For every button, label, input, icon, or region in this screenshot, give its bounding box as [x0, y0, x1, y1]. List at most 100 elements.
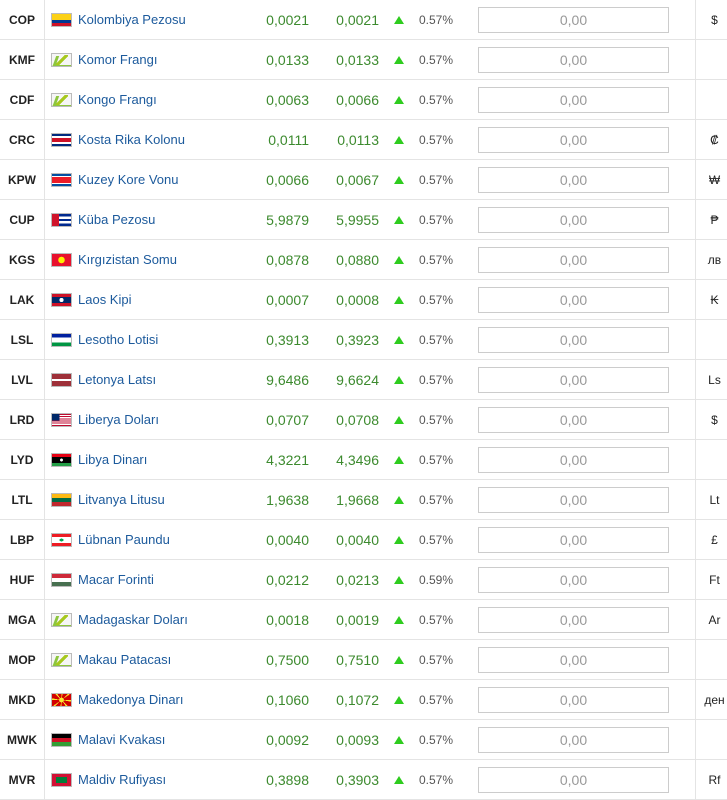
- currency-name-link[interactable]: Maldiv Rufiyası: [78, 773, 166, 788]
- amount-input[interactable]: [478, 7, 669, 33]
- currency-code: CDF: [0, 80, 45, 120]
- up-arrow-icon: [394, 456, 404, 464]
- hungary-flag-icon: [51, 573, 72, 587]
- up-arrow-icon: [394, 96, 404, 104]
- amount-input[interactable]: [478, 367, 669, 393]
- amount-input[interactable]: [478, 407, 669, 433]
- change-cell: [379, 320, 419, 360]
- currency-name-link[interactable]: Kuzey Kore Vonu: [78, 173, 178, 188]
- amount-input[interactable]: [478, 287, 669, 313]
- amount-cell: [475, 560, 696, 600]
- currency-name-link[interactable]: Laos Kipi: [78, 293, 131, 308]
- buy-price: 5,9879: [241, 200, 309, 240]
- generic-currency-icon: [51, 53, 72, 67]
- change-cell: [379, 520, 419, 560]
- amount-cell: [475, 480, 696, 520]
- malawi-flag-icon: [51, 733, 72, 747]
- change-cell: [379, 280, 419, 320]
- currency-name-link[interactable]: Macar Forinti: [78, 573, 154, 588]
- change-percent: 0.57%: [419, 320, 475, 360]
- currency-symbol: $: [696, 0, 727, 40]
- amount-input[interactable]: [478, 327, 669, 353]
- currency-code: LVL: [0, 360, 45, 400]
- amount-input[interactable]: [478, 567, 669, 593]
- currency-name-link[interactable]: Küba Pezosu: [78, 213, 155, 228]
- currency-code: MKD: [0, 680, 45, 720]
- amount-cell: [475, 160, 696, 200]
- currency-name-cell: Maldiv Rufiyası: [45, 760, 242, 800]
- currency-name-link[interactable]: Lesotho Lotisi: [78, 333, 158, 348]
- amount-input[interactable]: [478, 167, 669, 193]
- change-cell: [379, 720, 419, 760]
- change-cell: [379, 440, 419, 480]
- table-row: MKD Makedonya Dinarı 0,1060 0,1072 0.57%…: [0, 680, 727, 720]
- currency-name-link[interactable]: Makau Patacası: [78, 653, 171, 668]
- currency-name-cell: Kırgızistan Somu: [45, 240, 242, 280]
- table-row: LRD Liberya Doları 0,0707 0,0708 0.57% $: [0, 400, 727, 440]
- currency-name-cell: Madagaskar Doları: [45, 600, 242, 640]
- currency-name-link[interactable]: Libya Dinarı: [78, 453, 147, 468]
- currency-name-cell: Litvanya Litusu: [45, 480, 242, 520]
- amount-input[interactable]: [478, 687, 669, 713]
- sell-price: 0,0708: [309, 400, 379, 440]
- currency-name-cell: Letonya Latsı: [45, 360, 242, 400]
- currency-code: CRC: [0, 120, 45, 160]
- currency-name-cell: Macar Forinti: [45, 560, 242, 600]
- change-percent: 0.57%: [419, 360, 475, 400]
- table-row: KGS Kırgızistan Somu 0,0878 0,0880 0.57%…: [0, 240, 727, 280]
- currency-name-link[interactable]: Kırgızistan Somu: [78, 253, 177, 268]
- currency-name-cell: Kuzey Kore Vonu: [45, 160, 242, 200]
- amount-input[interactable]: [478, 87, 669, 113]
- up-arrow-icon: [394, 416, 404, 424]
- amount-cell: [475, 640, 696, 680]
- currency-symbol: лв: [696, 240, 727, 280]
- currency-name-cell: Kosta Rika Kolonu: [45, 120, 242, 160]
- currency-name-link[interactable]: Kosta Rika Kolonu: [78, 133, 185, 148]
- currency-name-link[interactable]: Litvanya Litusu: [78, 493, 165, 508]
- currency-name-link[interactable]: Letonya Latsı: [78, 373, 156, 388]
- sell-price: 0,3903: [309, 760, 379, 800]
- change-percent: 0.57%: [419, 760, 475, 800]
- amount-input[interactable]: [478, 607, 669, 633]
- amount-input[interactable]: [478, 127, 669, 153]
- amount-input[interactable]: [478, 487, 669, 513]
- currency-table: COP Kolombiya Pezosu 0,0021 0,0021 0.57%…: [0, 0, 727, 800]
- currency-name-link[interactable]: Madagaskar Doları: [78, 613, 188, 628]
- currency-name-cell: Kolombiya Pezosu: [45, 0, 242, 40]
- change-percent: 0.57%: [419, 600, 475, 640]
- currency-code: MOP: [0, 640, 45, 680]
- currency-name-link[interactable]: Lübnan Paundu: [78, 533, 170, 548]
- change-percent: 0.57%: [419, 160, 475, 200]
- amount-input[interactable]: [478, 247, 669, 273]
- amount-input[interactable]: [478, 447, 669, 473]
- buy-price: 0,0040: [241, 520, 309, 560]
- currency-name-link[interactable]: Makedonya Dinarı: [78, 693, 184, 708]
- currency-name-link[interactable]: Komor Frangı: [78, 53, 157, 68]
- change-cell: [379, 240, 419, 280]
- amount-input[interactable]: [478, 647, 669, 673]
- amount-input[interactable]: [478, 727, 669, 753]
- currency-symbol: Ar: [696, 600, 727, 640]
- currency-name-link[interactable]: Liberya Doları: [78, 413, 159, 428]
- amount-input[interactable]: [478, 207, 669, 233]
- amount-input[interactable]: [478, 47, 669, 73]
- amount-input[interactable]: [478, 767, 669, 793]
- currency-code: KGS: [0, 240, 45, 280]
- change-percent: 0.57%: [419, 200, 475, 240]
- currency-name-link[interactable]: Malavi Kvakası: [78, 733, 165, 748]
- up-arrow-icon: [394, 656, 404, 664]
- amount-input[interactable]: [478, 527, 669, 553]
- currency-code: LYD: [0, 440, 45, 480]
- sell-price: 5,9955: [309, 200, 379, 240]
- sell-price: 0,0880: [309, 240, 379, 280]
- currency-name-cell: Makau Patacası: [45, 640, 242, 680]
- up-arrow-icon: [394, 136, 404, 144]
- currency-name-link[interactable]: Kongo Frangı: [78, 93, 157, 108]
- currency-code: KPW: [0, 160, 45, 200]
- amount-cell: [475, 360, 696, 400]
- table-row: MGA Madagaskar Doları 0,0018 0,0019 0.57…: [0, 600, 727, 640]
- currency-code: CUP: [0, 200, 45, 240]
- currency-symbol: Rf: [696, 760, 727, 800]
- currency-name-link[interactable]: Kolombiya Pezosu: [78, 13, 186, 28]
- up-arrow-icon: [394, 216, 404, 224]
